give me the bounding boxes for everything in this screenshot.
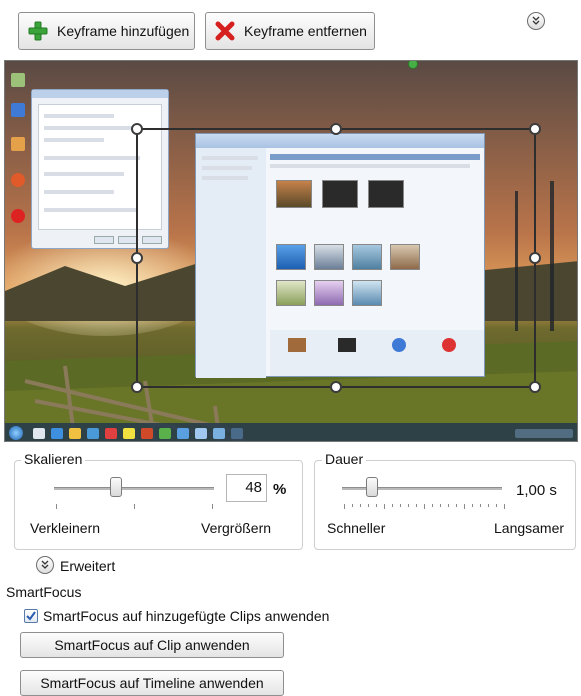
duration-group bbox=[314, 460, 576, 550]
desktop-icon bbox=[11, 137, 25, 151]
duration-slider-tick bbox=[440, 504, 441, 507]
desktop-icon bbox=[11, 173, 25, 187]
duration-slider-tick bbox=[408, 504, 409, 507]
system-tray bbox=[515, 429, 573, 438]
zoom-crop-rectangle[interactable] bbox=[136, 128, 536, 388]
duration-group-title: Dauer bbox=[322, 451, 367, 467]
scale-max-label: Vergrößern bbox=[201, 520, 272, 536]
taskbar-app-icon bbox=[105, 428, 117, 439]
scale-value-input[interactable]: 48 bbox=[226, 474, 267, 502]
duration-slider-tick bbox=[456, 504, 457, 507]
resize-handle[interactable] bbox=[529, 123, 541, 135]
taskbar-app-icon bbox=[51, 428, 63, 439]
resize-handle[interactable] bbox=[131, 381, 143, 393]
duration-slider-tick bbox=[504, 504, 505, 509]
taskbar-app-icon bbox=[87, 428, 99, 439]
taskbar-app-icon bbox=[177, 428, 189, 439]
taskbar-app-icon bbox=[195, 428, 207, 439]
taskbar-app-icon bbox=[123, 428, 135, 439]
smartfocus-heading: SmartFocus bbox=[6, 584, 82, 600]
smartfocus-apply-timeline-button[interactable]: SmartFocus auf Timeline anwenden bbox=[20, 670, 284, 696]
taskbar-app-icon bbox=[231, 428, 243, 439]
duration-slider-tick bbox=[352, 504, 353, 507]
resize-handle[interactable] bbox=[131, 252, 143, 264]
scale-slider-track[interactable] bbox=[54, 487, 214, 490]
duration-slider-tick bbox=[472, 504, 473, 507]
scale-slider-tick bbox=[212, 504, 213, 509]
taskbar-app-icon bbox=[69, 428, 81, 439]
duration-slider-tick bbox=[344, 504, 345, 509]
scale-unit-label: % bbox=[273, 481, 287, 498]
scale-slider-thumb[interactable] bbox=[110, 477, 123, 497]
taskbar-app-icon bbox=[159, 428, 171, 439]
duration-slider-tick bbox=[488, 504, 489, 507]
smartfocus-checkbox[interactable] bbox=[24, 609, 38, 623]
remove-keyframe-button[interactable]: Keyframe entfernen bbox=[205, 12, 375, 50]
smartfocus-apply-clip-button[interactable]: SmartFocus auf Clip anwenden bbox=[20, 632, 284, 658]
resize-handle[interactable] bbox=[330, 381, 342, 393]
duration-slider-tick bbox=[424, 504, 425, 509]
duration-slider-tick bbox=[392, 504, 393, 507]
taskbar-app-icon bbox=[213, 428, 225, 439]
add-keyframe-label: Keyframe hinzufügen bbox=[57, 23, 190, 39]
taskbar-app-icon bbox=[141, 428, 153, 439]
taskbar-app-icon bbox=[33, 428, 45, 439]
resize-handle[interactable] bbox=[131, 123, 143, 135]
desktop-icon bbox=[11, 73, 25, 87]
scale-group-title: Skalieren bbox=[21, 451, 86, 467]
resize-handle[interactable] bbox=[529, 381, 541, 393]
duration-slider-tick bbox=[480, 504, 481, 507]
duration-slider-tick bbox=[432, 504, 433, 507]
desktop-icon bbox=[11, 209, 25, 223]
add-keyframe-button[interactable]: Keyframe hinzufügen bbox=[18, 12, 195, 50]
scale-slider-tick bbox=[134, 504, 135, 509]
scale-min-label: Verkleinern bbox=[30, 520, 101, 536]
duration-slider-tick bbox=[384, 504, 385, 509]
expand-advanced-icon[interactable] bbox=[36, 556, 54, 574]
duration-slider-tick bbox=[496, 504, 497, 507]
advanced-label[interactable]: Erweitert bbox=[60, 558, 115, 574]
desktop-icon bbox=[11, 103, 25, 117]
duration-slider-thumb[interactable] bbox=[366, 477, 379, 497]
duration-slider-tick bbox=[400, 504, 401, 507]
duration-slider-tick bbox=[376, 504, 377, 507]
duration-min-label: Schneller bbox=[327, 520, 386, 536]
red-x-icon bbox=[214, 20, 236, 42]
duration-slider-tick bbox=[464, 504, 465, 509]
duration-slider-tick bbox=[360, 504, 361, 507]
resize-handle[interactable] bbox=[330, 123, 342, 135]
smartfocus-apply-clip-label: SmartFocus auf Clip anwenden bbox=[54, 637, 250, 653]
plus-icon bbox=[27, 20, 49, 42]
scale-slider-tick bbox=[56, 504, 57, 509]
duration-max-label: Langsamer bbox=[494, 520, 565, 536]
remove-keyframe-label: Keyframe entfernen bbox=[244, 23, 367, 39]
collapse-top-icon[interactable] bbox=[527, 12, 545, 30]
duration-value: 1,00 s bbox=[516, 482, 557, 499]
duration-slider-tick bbox=[448, 504, 449, 507]
smartfocus-checkbox-label[interactable]: SmartFocus auf hinzugefügte Clips anwend… bbox=[43, 608, 329, 624]
resize-handle[interactable] bbox=[529, 252, 541, 264]
preview-canvas[interactable] bbox=[4, 60, 578, 442]
duration-slider-tick bbox=[368, 504, 369, 507]
start-orb-icon bbox=[9, 426, 23, 440]
duration-slider-tick bbox=[416, 504, 417, 507]
checkmark-icon bbox=[26, 611, 36, 621]
